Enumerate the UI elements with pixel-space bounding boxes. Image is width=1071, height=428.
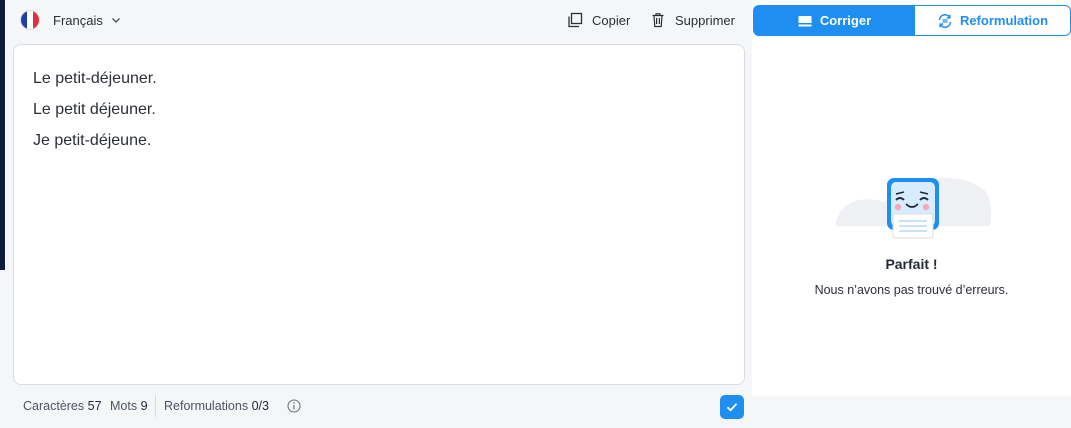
chevron-down-icon — [111, 18, 120, 23]
text-editor[interactable]: Le petit-déjeuner. Le petit déjeuner. Je… — [13, 44, 745, 385]
copy-label: Copier — [592, 12, 631, 28]
tab-reform-label: Reformulation — [959, 13, 1049, 28]
tab-correct[interactable]: Corriger — [753, 5, 915, 36]
trash-icon — [652, 13, 664, 28]
editor-line: Je petit-déjeune. — [33, 132, 152, 149]
editor-footer: Caractères 57 Mots 9 Reformulations 0/3 — [6, 386, 752, 428]
tab-reformulation[interactable]: Reformulation — [915, 5, 1071, 36]
copy-icon — [568, 12, 583, 28]
reformulation-count: Reformulations 0/3 — [164, 399, 269, 413]
info-icon[interactable] — [287, 399, 301, 413]
checkmark-icon — [726, 403, 738, 412]
french-flag-icon — [20, 10, 40, 30]
results-bottom-band — [752, 396, 1071, 428]
word-count: Mots 9 — [110, 399, 148, 413]
delete-button[interactable]: Supprimer — [650, 10, 735, 30]
result-title: Parfait ! — [885, 256, 938, 272]
editor-toolbar: Français Copier Supprimer — [6, 0, 752, 40]
keyboard-icon — [798, 15, 812, 26]
tab-correct-label: Corriger — [819, 13, 872, 28]
char-count: Caractères 57 — [23, 399, 102, 413]
editor-line: Le petit-déjeuner. — [33, 70, 157, 87]
mode-tabs: Corriger Reformulation — [753, 5, 1071, 36]
language-label: Français — [53, 12, 103, 28]
result-message: Nous n’avons pas trouvé d’erreurs. — [814, 283, 1009, 297]
copy-button[interactable]: Copier — [567, 10, 630, 30]
footer-divider — [155, 395, 156, 417]
app-sidebar-edge — [0, 0, 5, 270]
delete-label: Supprimer — [675, 12, 735, 28]
check-button[interactable] — [720, 395, 744, 419]
rephrase-icon — [938, 13, 952, 28]
happy-mascot-icon — [836, 177, 992, 239]
editor-panel: Français Copier Supprimer Le petit-déjeu… — [6, 0, 752, 428]
editor-line: Le petit déjeuner. — [33, 101, 156, 118]
language-selector[interactable]: Français — [20, 9, 121, 31]
results-panel: Corriger Reformulation Parfait ! Nous n’… — [752, 0, 1071, 428]
